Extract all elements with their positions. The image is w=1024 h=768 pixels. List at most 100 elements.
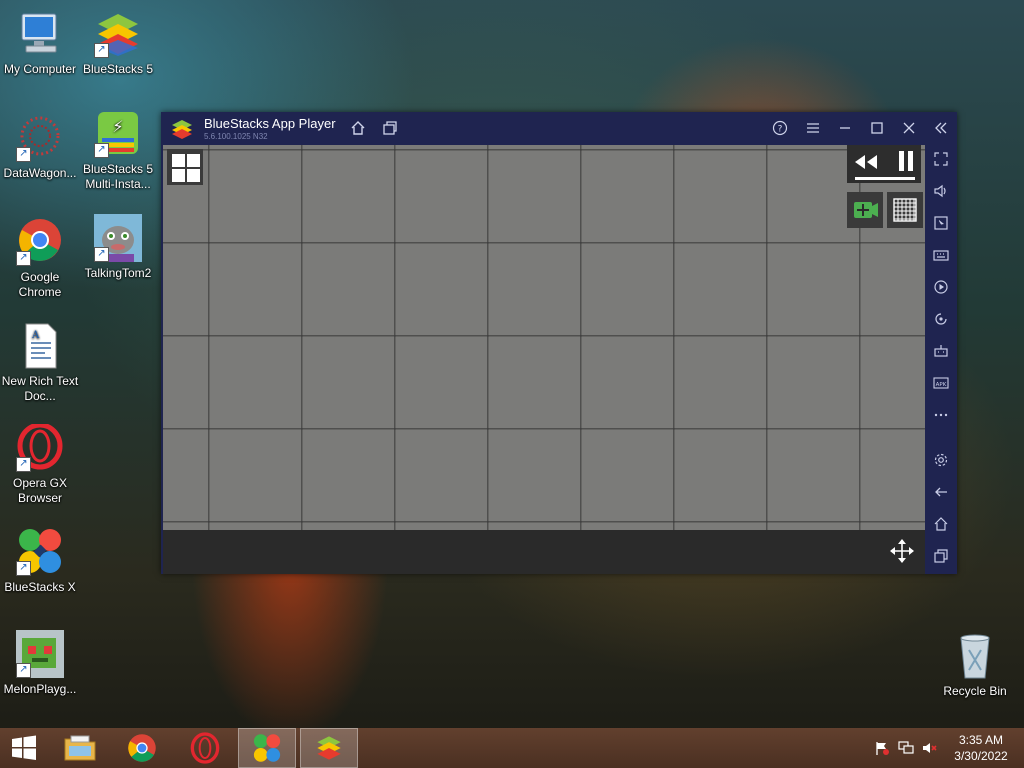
desktop-icon-melon-playground[interactable]: ↗ MelonPlayg...	[0, 630, 80, 697]
svg-text:APK: APK	[936, 382, 947, 388]
taskbar-bluestacks-x[interactable]	[238, 728, 296, 768]
desktop-icon-my-computer[interactable]: My Computer	[0, 10, 80, 77]
macro-play-icon	[934, 280, 948, 294]
minimize-button[interactable]	[836, 120, 854, 138]
android-home-button[interactable]	[931, 516, 951, 536]
rewind-button[interactable]	[853, 151, 879, 173]
help-button[interactable]: ?	[771, 120, 789, 138]
desktop-icon-bluestacks5[interactable]: ↗ BlueStacks 5	[78, 10, 158, 77]
home-button[interactable]	[349, 120, 367, 138]
taskbar-chrome[interactable]	[114, 728, 170, 768]
desktop-icon-datawagon[interactable]: ↗ DataWagon...	[0, 114, 80, 181]
tray-flag-button[interactable]	[874, 728, 890, 768]
collapse-sidebar-button[interactable]	[932, 120, 950, 138]
svg-text:?: ?	[778, 125, 783, 135]
rotate-icon	[935, 313, 947, 325]
desktop-icon-label: Opera GX Browser	[12, 476, 68, 505]
multi-instance-button[interactable]	[381, 120, 399, 138]
pointer-mode-button[interactable]	[931, 215, 951, 235]
fullscreen-button[interactable]	[931, 151, 951, 171]
tray-network-button[interactable]	[898, 728, 914, 768]
rotate-button[interactable]	[931, 311, 951, 331]
more-options-button[interactable]	[931, 407, 951, 427]
grid-tile	[172, 154, 185, 167]
desktop-icon-recycle-bin[interactable]: Recycle Bin	[935, 632, 1015, 699]
macro-button[interactable]	[931, 279, 951, 299]
taskbar-clock[interactable]: 3:35 AM 3/30/2022	[946, 732, 1016, 764]
desktop-icon-bluestacks-x[interactable]: ↗ BlueStacks X	[0, 528, 80, 595]
taskbar-bluestacks[interactable]	[300, 728, 358, 768]
shortcut-arrow-icon: ↗	[94, 143, 109, 158]
desktop-icon-label: My Computer	[3, 62, 77, 76]
svg-text:A: A	[31, 330, 40, 341]
desktop-icon-talkingtom2[interactable]: ↗ TalkingTom2	[78, 214, 158, 281]
desktop-icon-label: BlueStacks X	[4, 580, 76, 594]
start-button[interactable]	[0, 728, 48, 768]
network-icon	[898, 741, 914, 754]
taskbar-file-explorer[interactable]	[52, 728, 108, 768]
desktop-icon-label: Recycle Bin	[943, 684, 1007, 698]
datawagon-icon: ↗	[16, 114, 64, 162]
opera-gx-icon	[190, 732, 220, 764]
document-icon: A	[16, 322, 64, 370]
shortcut-arrow-icon: ↗	[16, 251, 31, 266]
desktop-icon-label: BlueStacks 5 Multi-Insta...	[82, 162, 154, 191]
back-button[interactable]	[931, 484, 951, 504]
keyboard-controls-button[interactable]	[931, 247, 951, 267]
keyboard-icon	[933, 250, 949, 261]
shortcut-arrow-icon: ↗	[94, 43, 109, 58]
settings-button[interactable]	[931, 452, 951, 472]
taskbar-opera-gx[interactable]	[177, 728, 233, 768]
minimize-icon	[840, 127, 850, 129]
multi-instance-icon	[383, 121, 397, 135]
svg-text:⚡: ⚡	[112, 117, 123, 136]
maximize-button[interactable]	[868, 120, 886, 138]
desktop-icon-label: DataWagon...	[3, 166, 77, 180]
fullscreen-icon	[934, 152, 948, 166]
window-title: BlueStacks App Player	[204, 116, 336, 131]
shortcut-arrow-icon: ↗	[16, 457, 31, 472]
drag-move-button[interactable]	[889, 538, 915, 564]
maximize-icon	[871, 122, 883, 134]
cursor-icon	[934, 216, 948, 230]
recent-apps-button[interactable]	[931, 548, 951, 568]
bluestacks-x-icon: ↗	[16, 528, 64, 576]
desktop-icon-google-chrome[interactable]: ↗ Google Chrome	[0, 218, 80, 300]
file-explorer-icon	[64, 735, 96, 761]
opera-gx-icon: ↗	[16, 422, 64, 472]
bluestacks-window: BlueStacks App Player 5.6.100.1025 N32 ?	[161, 112, 957, 574]
desktop-icon-label: TalkingTom2	[84, 266, 152, 280]
shortcut-arrow-icon: ↗	[16, 663, 31, 678]
game-bottom-bar	[163, 530, 925, 574]
menu-button[interactable]	[804, 120, 822, 138]
bluestacks-logo-icon	[171, 119, 193, 139]
camera-follow-button[interactable]	[847, 192, 883, 228]
time-scale-bar[interactable]	[855, 177, 915, 180]
apk-icon: APK	[933, 377, 949, 389]
desktop-icon-label: MelonPlayg...	[3, 682, 77, 696]
pause-button[interactable]	[895, 149, 917, 173]
bluestacks-sidebar: APK	[925, 145, 957, 574]
gear-icon	[934, 453, 948, 467]
game-controls-button[interactable]	[931, 343, 951, 363]
bluestacks-x-icon	[253, 734, 281, 762]
desktop-icon-new-rich-text[interactable]: A New Rich Text Doc...	[0, 322, 80, 404]
bluestacks-icon	[317, 736, 341, 760]
desktop-icon-label: New Rich Text Doc...	[1, 374, 79, 403]
game-screen[interactable]	[163, 145, 925, 530]
volume-button[interactable]	[931, 183, 951, 203]
game-menu-button[interactable]	[167, 149, 203, 185]
desktop-icon-bluestacks5-multi[interactable]: ⚡ ↗ BlueStacks 5 Multi-Insta...	[78, 110, 158, 192]
close-icon	[903, 122, 915, 134]
desktop-icon-opera-gx[interactable]: ↗ Opera GX Browser	[0, 422, 80, 506]
tray-volume-button[interactable]	[922, 728, 938, 768]
bluestacks-icon: ↗	[94, 10, 142, 58]
window-titlebar[interactable]: BlueStacks App Player 5.6.100.1025 N32 ?	[161, 112, 957, 145]
rewind-icon	[855, 155, 877, 169]
install-apk-button[interactable]: APK	[931, 375, 951, 395]
recycle-bin-icon	[951, 632, 999, 680]
close-button[interactable]	[900, 120, 918, 138]
grid-toggle-button[interactable]	[887, 192, 923, 228]
time-controls	[847, 145, 921, 183]
pause-icon	[899, 151, 913, 171]
